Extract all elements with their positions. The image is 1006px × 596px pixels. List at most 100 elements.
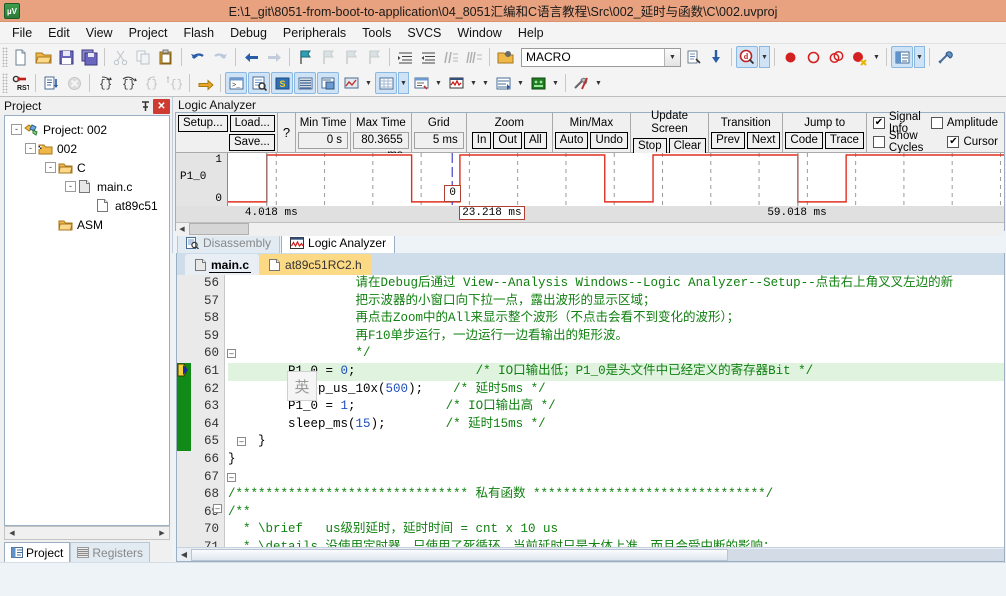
tree-item-group-asm[interactable]: ASM <box>7 215 167 234</box>
la-load-button[interactable]: Load... <box>229 114 275 132</box>
la-show-cycles-checkbox[interactable]: Show Cycles <box>869 130 942 154</box>
scroll-right-icon[interactable]: ▶ <box>156 529 168 537</box>
save-all-icon[interactable] <box>78 46 100 68</box>
code-line[interactable] <box>228 469 1004 487</box>
step-over-icon[interactable]: {} <box>117 72 139 94</box>
breakpoints-dropdown-icon[interactable]: ▼ <box>871 46 882 68</box>
project-tree[interactable]: - Project: 002 - 002 - C - main.c at89c5… <box>4 115 170 526</box>
pin-icon[interactable] <box>137 99 153 114</box>
la-zoom-all-button[interactable]: All <box>523 131 547 149</box>
tab-registers[interactable]: Registers <box>70 542 151 562</box>
performance-analyzer-icon[interactable] <box>492 72 514 94</box>
debug-settings-icon[interactable] <box>705 46 727 68</box>
la-amplitude-checkbox[interactable]: Amplitude <box>927 115 1002 132</box>
la-signal-info-checkbox[interactable]: ✔ Signal Info <box>869 111 925 135</box>
la-cursor-checkbox[interactable]: ✔ Cursor <box>943 134 1002 151</box>
fold-marker-line-60[interactable]: – <box>227 349 236 358</box>
la-jump-code-button[interactable]: Code <box>785 131 823 149</box>
code-line[interactable]: 再F10单步运行，一边运行一边看输出的矩形波。 <box>228 328 1004 346</box>
save-icon[interactable] <box>55 46 77 68</box>
code-line[interactable]: * \details 没使用定时器，只使用了死循环，当前延时只是大体上准，而且会… <box>228 539 1004 547</box>
la-save-button[interactable]: Save... <box>229 133 275 151</box>
code-line[interactable]: 再点击Zoom中的All来显示整个波形（不点击会看不到变化的波形）； <box>228 310 1004 328</box>
insert-macro-icon[interactable] <box>682 46 704 68</box>
menu-window[interactable]: Window <box>449 24 509 42</box>
menu-svcs[interactable]: SVCS <box>399 24 449 42</box>
performance-dropdown-icon[interactable]: ▼ <box>515 72 526 94</box>
kill-all-breakpoints-icon[interactable] <box>848 46 870 68</box>
bookmark-clear-icon[interactable] <box>363 46 385 68</box>
tree-item-project[interactable]: - Project: 002 <box>7 120 167 139</box>
insert-breakpoint-icon[interactable] <box>779 46 801 68</box>
expander-icon[interactable]: - <box>25 143 36 154</box>
code-line[interactable]: * \brief us级别延时，延时时间 = cnt x 10 us <box>228 521 1004 539</box>
close-icon[interactable]: ✕ <box>153 98 170 114</box>
editor-horizontal-scrollbar[interactable]: ◀ <box>177 547 1004 561</box>
uncomment-icon[interactable] <box>463 46 485 68</box>
menu-project[interactable]: Project <box>121 24 176 42</box>
chevron-down-icon[interactable]: ▼ <box>664 48 680 66</box>
la-max-time-value[interactable]: 80.3655 ms <box>353 131 409 161</box>
serial-window-dropdown-icon[interactable]: ▼ <box>433 72 444 94</box>
disassembly-window-icon[interactable] <box>248 72 270 94</box>
memory-window-icon[interactable] <box>375 72 397 94</box>
code-line[interactable]: 把示波器的小窗口向下拉一点，露出波形的显示区域； <box>228 293 1004 311</box>
la-minmax-auto-button[interactable]: Auto <box>554 131 589 149</box>
project-horizontal-scrollbar[interactable]: ◀ ▶ <box>4 526 170 540</box>
outdent-icon[interactable] <box>417 46 439 68</box>
code-line[interactable]: */ <box>228 345 1004 363</box>
stop-debug-icon[interactable] <box>63 72 85 94</box>
menu-file[interactable]: File <box>4 24 40 42</box>
tree-item-file-main-c[interactable]: - main.c <box>7 177 167 196</box>
open-file-icon[interactable] <box>32 46 54 68</box>
macro-combo[interactable]: MACRO ▼ <box>521 47 681 67</box>
watch-window-icon[interactable] <box>340 72 362 94</box>
menu-tools[interactable]: Tools <box>354 24 399 42</box>
kill-breakpoint-icon[interactable] <box>802 46 824 68</box>
watch-window-dropdown-icon[interactable]: ▼ <box>363 72 374 94</box>
start-debug-dropdown-icon[interactable]: ▼ <box>759 46 770 68</box>
menu-view[interactable]: View <box>78 24 121 42</box>
la-transition-next-button[interactable]: Next <box>746 131 781 149</box>
bookmark-toggle-icon[interactable] <box>294 46 316 68</box>
waveform-canvas[interactable]: 0 <box>228 153 1004 206</box>
file-tab-at89c51rc2-h[interactable]: at89c51RC2.h <box>259 254 372 275</box>
la-zoom-in-button[interactable]: In <box>471 131 492 149</box>
la-transition-prev-button[interactable]: Prev <box>711 131 745 149</box>
undo-icon[interactable] <box>186 46 208 68</box>
fold-marker-line-65[interactable]: – <box>237 437 246 446</box>
code-line[interactable]: sleep_us_10x(500); /* 延时5ms */ <box>228 381 1004 399</box>
scrollbar-thumb[interactable] <box>189 223 249 236</box>
code-line[interactable]: 请在Debug后通过 View--Analysis Windows--Logic… <box>228 275 1004 293</box>
scrollbar-thumb[interactable] <box>191 548 728 561</box>
toolbox-left-arrow-icon[interactable]: ▼ <box>480 72 491 94</box>
serial-window-icon[interactable] <box>410 72 432 94</box>
tree-item-target[interactable]: - 002 <box>7 139 167 158</box>
registers-window-icon[interactable] <box>294 72 316 94</box>
reset-icon[interactable]: RST <box>9 72 31 94</box>
expander-icon[interactable]: - <box>45 162 56 173</box>
fold-marker-line-67[interactable]: – <box>227 473 236 482</box>
new-file-icon[interactable] <box>9 46 31 68</box>
code-line[interactable]: P1_0 = 1; /* IO口输出高 */ <box>228 398 1004 416</box>
navigate-back-icon[interactable] <box>240 46 262 68</box>
signal-label-P1_0[interactable]: 1 P1_0 0 <box>176 153 228 206</box>
la-help-button[interactable]: ? <box>280 125 293 140</box>
call-stack-icon[interactable] <box>317 72 339 94</box>
code-text-area[interactable]: – – – – 英 请在Debug后通过 View--Analysis Wind… <box>213 275 1004 547</box>
la-setup-button[interactable]: Setup... <box>178 114 228 132</box>
analysis-window-icon[interactable] <box>445 72 467 94</box>
scrollbar-track[interactable] <box>191 548 1004 561</box>
run-to-cursor-icon[interactable]: {} <box>163 72 185 94</box>
code-line[interactable]: } <box>228 433 1004 451</box>
menu-edit[interactable]: Edit <box>40 24 78 42</box>
memory-window-dropdown-icon[interactable]: ▼ <box>398 72 409 94</box>
copy-icon[interactable] <box>132 46 154 68</box>
la-min-time-value[interactable]: 0 s <box>298 131 349 149</box>
menu-flash[interactable]: Flash <box>175 24 222 42</box>
la-grid-value[interactable]: 5 ms <box>413 131 464 149</box>
file-tab-main-c[interactable]: main.c <box>185 254 260 275</box>
fold-marker-line-69[interactable]: – <box>213 504 222 513</box>
macro-open-icon[interactable] <box>494 46 516 68</box>
code-line[interactable]: /******************************* 私有函数 **… <box>228 486 1004 504</box>
